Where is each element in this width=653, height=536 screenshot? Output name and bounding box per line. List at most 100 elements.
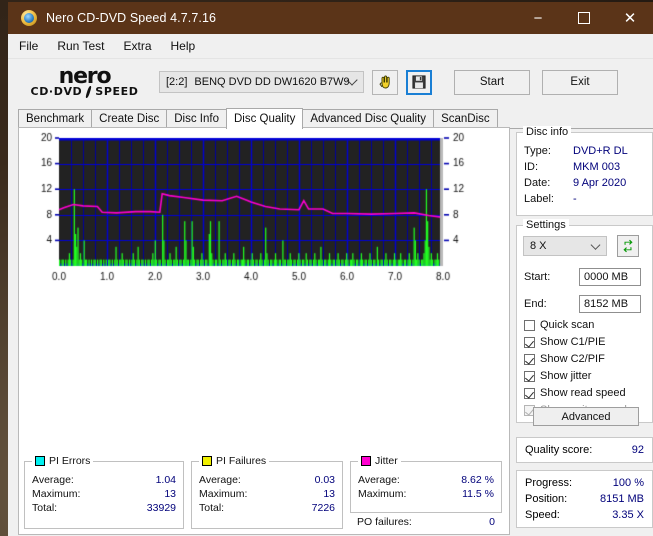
label: Type: <box>524 145 551 157</box>
value: DVD+R DL <box>573 145 628 157</box>
tab-benchmark[interactable]: Benchmark <box>18 109 93 128</box>
pi-failures-jitter-chart <box>19 128 509 293</box>
tab-disc-info[interactable]: Disc Info <box>166 109 227 128</box>
menu-extra[interactable]: Extra <box>123 39 151 53</box>
checkbox-box <box>524 319 535 331</box>
label: ID: <box>524 161 539 173</box>
checkbox-show-c1-pie[interactable]: Show C1/PIE <box>524 336 605 348</box>
start-field[interactable]: 0000 MB <box>579 268 641 286</box>
pi-failures-color-swatch <box>202 456 212 466</box>
checkbox-show-jitter[interactable]: Show jitter <box>524 370 591 382</box>
progress-label: Progress: <box>525 477 573 489</box>
pi-errors-color-swatch <box>35 456 45 466</box>
maximize-button[interactable] <box>561 2 607 34</box>
checkbox-quick-scan[interactable]: Quick scan <box>524 319 594 331</box>
logo-subtitle: CD·DVD SPEED <box>22 84 147 98</box>
disc-date-row: Date: 9 Apr 2020 <box>517 175 652 191</box>
progress-row: Progress: 100 % <box>517 475 652 491</box>
disc-info-group: Disc info Type: DVD+R DL ID: MKM 003 Date:… <box>516 126 653 216</box>
speed-row: Speed: 3.35 X <box>517 507 652 523</box>
speed-select[interactable]: 8 X <box>523 236 607 256</box>
speed-label: Speed: <box>525 509 560 521</box>
po-failures-label: PO failures: <box>357 516 412 528</box>
stat-row: Average: 0.03 <box>192 473 342 487</box>
value: 13 <box>164 488 176 500</box>
save-floppy-icon <box>412 75 426 89</box>
menu-run-test[interactable]: Run Test <box>57 39 104 53</box>
po-failures-row: PO failures: 0 <box>350 515 502 529</box>
checkbox-label: Show read speed <box>540 387 626 399</box>
close-button[interactable]: ✕ <box>607 2 653 34</box>
value: 7226 <box>311 502 335 514</box>
label: Average: <box>358 474 400 486</box>
minimize-button[interactable]: − <box>515 2 561 40</box>
tab-create-disc[interactable]: Create Disc <box>91 109 168 128</box>
checkbox-show-read-speed[interactable]: Show read speed <box>524 387 626 399</box>
settings-title: Settings <box>523 219 569 231</box>
stat-row: Total: 33929 <box>25 501 183 515</box>
position-value: 8151 MB <box>599 493 644 505</box>
disc-type-row: Type: DVD+R DL <box>517 143 652 159</box>
save-floppy-icon-button[interactable] <box>406 69 432 95</box>
pi-failures-stats: PI Failures Average: 0.03 Maximum: 13 Tota… <box>191 455 343 529</box>
pi-errors-legend: PI Errors <box>32 455 94 467</box>
label: Average: <box>199 474 241 486</box>
speed-value: 8 X <box>530 240 547 252</box>
window-title: Nero CD-DVD Speed 4.7.7.16 <box>46 11 217 25</box>
checkbox-show-c2-pif[interactable]: Show C2/PIF <box>524 353 605 365</box>
chevron-down-icon <box>590 240 601 250</box>
end-label: End: <box>524 298 547 310</box>
label: Total: <box>199 502 225 514</box>
checkbox-box <box>524 336 535 348</box>
tab-advanced-disc-quality[interactable]: Advanced Disc Quality <box>302 109 435 128</box>
checkbox-box <box>524 387 535 399</box>
stat-row: Average: 1.04 <box>25 473 183 487</box>
stat-row: Average: 8.62 % <box>351 473 501 487</box>
value: 9 Apr 2020 <box>573 177 627 189</box>
label: Total: <box>32 502 58 514</box>
speed-value: 3.35 X <box>612 509 644 521</box>
start-label: Start: <box>524 271 551 283</box>
logo-nero-text: nero <box>58 63 112 89</box>
disc-quality-panel: PI Errors Average: 1.04 Maximum: 13 Total:… <box>18 126 653 536</box>
label: Date: <box>524 177 551 189</box>
logo-speed-text: SPEED <box>95 84 139 98</box>
disc-id-row: ID: MKM 003 <box>517 159 652 175</box>
start-button[interactable]: Start <box>454 69 530 95</box>
value: 0.03 <box>314 474 335 486</box>
progress-value: 100 % <box>612 477 644 489</box>
label: Label: <box>524 193 554 205</box>
tab-scandisc[interactable]: ScanDisc <box>433 109 498 128</box>
label: Average: <box>32 474 74 486</box>
charts-container: PI Errors Average: 1.04 Maximum: 13 Total:… <box>18 127 510 535</box>
drive-select[interactable]: [2:2] BENQ DVD DD DW1620 B7W9 <box>159 71 364 93</box>
jitter-legend: Jitter <box>358 455 401 467</box>
nero-cd-dvd-speed-window: Nero CD-DVD Speed 4.7.7.16 − ✕ File Run … <box>8 2 653 536</box>
hand-cursor-icon-button[interactable] <box>372 69 398 95</box>
pi-errors-stats: PI Errors Average: 1.04 Maximum: 13 Total:… <box>24 455 184 529</box>
exit-button[interactable]: Exit <box>542 69 618 95</box>
menu-file[interactable]: File <box>19 39 38 53</box>
progress-group: Progress: 100 % Position: 8151 MB Speed: 3.… <box>516 470 653 528</box>
right-sidebar: Disc info Type: DVD+R DL ID: MKM 003 Date:… <box>516 126 653 535</box>
disc-info-title: Disc info <box>523 126 572 138</box>
end-field[interactable]: 8152 MB <box>579 295 641 313</box>
tab-disc-quality[interactable]: Disc Quality <box>226 108 304 129</box>
stat-row: Maximum: 13 <box>192 487 342 501</box>
quality-score-group: Quality score: 92 <box>516 437 653 463</box>
quality-score-value: 92 <box>631 444 644 456</box>
label: Maximum: <box>358 488 407 500</box>
stat-row: Maximum: 13 <box>25 487 183 501</box>
stat-row: Total: 7226 <box>192 501 342 515</box>
checkbox-label: Show jitter <box>540 370 592 382</box>
value: 13 <box>323 488 335 500</box>
drive-index: [2:2] <box>166 76 188 88</box>
advanced-button[interactable]: Advanced <box>533 407 639 426</box>
refresh-button[interactable] <box>617 235 639 257</box>
value: - <box>573 193 577 205</box>
pi-errors-title: PI Errors <box>49 455 91 467</box>
menu-help[interactable]: Help <box>171 39 196 53</box>
jitter-stats: Jitter Average: 8.62 % Maximum: 11.5 % <box>350 455 502 513</box>
checkbox-label: Show C2/PIF <box>540 353 605 365</box>
logo-cd-dvd-text: CD·DVD <box>30 84 83 98</box>
